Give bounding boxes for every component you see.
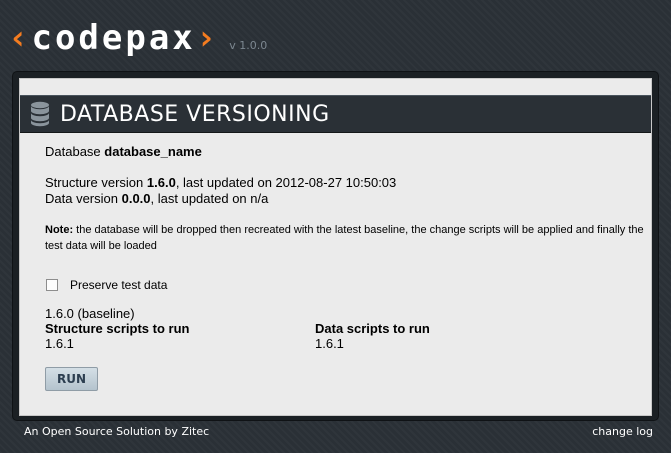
structure-script-item: 1.6.1 bbox=[45, 336, 74, 351]
app-version: v 1.0.0 bbox=[229, 39, 268, 52]
preserve-test-data-checkbox[interactable] bbox=[46, 279, 58, 291]
structure-version-line: Structure version 1.6.0, last updated on… bbox=[45, 175, 645, 191]
data-scripts-header: Data scripts to run bbox=[315, 321, 430, 336]
baseline-version: 1.6.0 (baseline) bbox=[45, 306, 135, 321]
note-text: the database will be dropped then recrea… bbox=[45, 224, 644, 252]
structure-updated: , last updated on 2012-08-27 10:50:03 bbox=[175, 175, 397, 190]
database-label: Database bbox=[45, 144, 101, 159]
logo-chevron-right: › bbox=[195, 18, 220, 58]
database-name: database_name bbox=[104, 144, 202, 159]
data-updated: , last updated on n/a bbox=[150, 191, 269, 206]
change-log-link[interactable]: change log bbox=[592, 425, 653, 438]
database-line: Database database_name bbox=[45, 144, 645, 160]
logo-text: codepax bbox=[31, 18, 196, 58]
panel-title: DATABASE VERSIONING bbox=[60, 101, 330, 127]
logo-chevron-left: ‹ bbox=[8, 18, 32, 58]
panel-title-bar: DATABASE VERSIONING bbox=[20, 95, 651, 133]
main-frame: DATABASE VERSIONING Database database_na… bbox=[12, 71, 659, 421]
structure-label: Structure version bbox=[45, 175, 144, 190]
structure-scripts-column: Structure scripts to run 1.6.1 bbox=[45, 321, 315, 351]
note: Note: the database will be dropped then … bbox=[45, 222, 645, 254]
footer-credit: An Open Source Solution by Zitec bbox=[24, 425, 210, 438]
codepax-logo[interactable]: ‹codepax› bbox=[8, 18, 219, 58]
brand: ‹codepax› v 1.0.0 bbox=[8, 14, 267, 58]
panel-content: Database database_name Structure version… bbox=[45, 144, 645, 391]
note-label: Note: bbox=[45, 224, 74, 236]
data-version-line: Data version 0.0.0, last updated on n/a bbox=[45, 191, 645, 207]
scripts-section: Structure scripts to run 1.6.1 Data scri… bbox=[45, 321, 645, 351]
preserve-test-data-row[interactable]: Preserve test data bbox=[45, 278, 645, 292]
preserve-test-data-label[interactable]: Preserve test data bbox=[70, 278, 167, 292]
data-scripts-column: Data scripts to run 1.6.1 bbox=[315, 321, 585, 351]
run-button[interactable]: RUN bbox=[45, 367, 98, 391]
data-script-item: 1.6.1 bbox=[315, 336, 344, 351]
structure-scripts-header: Structure scripts to run bbox=[45, 321, 190, 336]
structure-version: 1.6.0 bbox=[146, 175, 176, 190]
versioning-panel: DATABASE VERSIONING Database database_na… bbox=[19, 78, 652, 416]
database-icon bbox=[31, 101, 49, 127]
data-version-label: Data version bbox=[45, 191, 118, 206]
data-version: 0.0.0 bbox=[121, 191, 151, 206]
